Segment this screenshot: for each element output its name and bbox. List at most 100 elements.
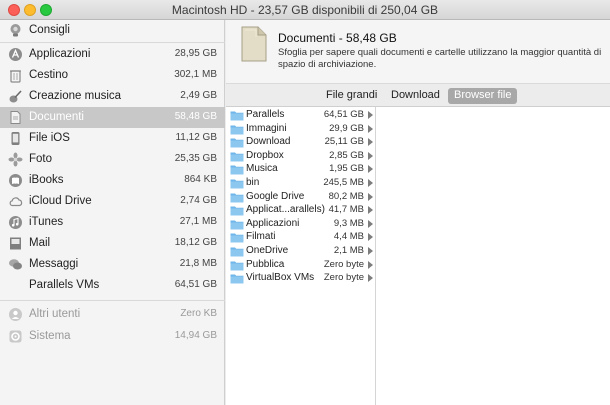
- sidebar-item-creazione-musica[interactable]: Creazione musica 2,49 GB: [0, 86, 225, 107]
- sidebar-item-label: Cestino: [29, 69, 68, 81]
- sidebar-item-ibooks[interactable]: iBooks 864 KB: [0, 170, 225, 191]
- window-title: Macintosh HD - 23,57 GB disponibili di 2…: [171, 3, 439, 17]
- mail-icon: [10, 237, 21, 250]
- sidebar-item-label: iCloud Drive: [29, 195, 92, 207]
- file-row[interactable]: Immagini 29,9 GB: [226, 123, 376, 137]
- sidebar-item-size: 864 KB: [184, 174, 217, 185]
- file-row[interactable]: Applicat...arallels) 41,7 MB: [226, 204, 376, 218]
- file-browser-column: Parallels 64,51 GB Immagini 29,9 GB Download…: [226, 107, 376, 405]
- folder-icon: [230, 233, 244, 243]
- sidebar-item-label: Consigli: [29, 24, 70, 36]
- photos-icon: [8, 152, 23, 167]
- file-size: 41,7 MB: [328, 204, 364, 216]
- file-row[interactable]: Download 25,11 GB: [226, 136, 376, 150]
- sidebar-item-cestino[interactable]: Cestino 302,1 MB: [0, 65, 225, 86]
- tab-download[interactable]: Download: [385, 88, 446, 104]
- sidebar-item-documenti[interactable]: Documenti 58,48 GB: [0, 107, 225, 128]
- sidebar-item-size: 27,1 MB: [179, 216, 217, 227]
- sidebar-item-size: 58,48 GB: [174, 111, 217, 122]
- ios-device-icon: [11, 132, 20, 145]
- file-name: OneDrive: [246, 245, 289, 256]
- file-name: Musica: [246, 163, 278, 175]
- sidebar-item-size: 64,51 GB: [174, 279, 217, 290]
- sidebar-item-size: 25,35 GB: [174, 153, 217, 164]
- sidebar: Consigli Applicazioni 28,95 GB Cestino 3…: [0, 20, 225, 405]
- users-icon: [9, 308, 22, 321]
- sidebar-item-size: 18,12 GB: [174, 237, 217, 248]
- sidebar-item-altri-utenti[interactable]: Altri utenti Zero KB: [0, 304, 225, 325]
- sidebar-item-label: Applicazioni: [29, 48, 91, 60]
- file-row[interactable]: Google Drive 80,2 MB: [226, 191, 376, 205]
- applications-icon: [9, 48, 22, 61]
- sidebar-item-size: Zero KB: [180, 308, 217, 319]
- sidebar-item-size: 11,12 GB: [175, 132, 217, 143]
- sidebar-item-itunes[interactable]: iTunes 27,1 MB: [0, 212, 225, 233]
- folder-icon: [230, 152, 244, 162]
- expand-arrow-icon[interactable]: [368, 206, 373, 215]
- expand-arrow-icon[interactable]: [368, 233, 373, 242]
- expand-arrow-icon[interactable]: [368, 151, 373, 160]
- file-row[interactable]: VirtualBox VMs Zero byte: [226, 272, 376, 286]
- file-row[interactable]: Musica 1,95 GB: [226, 163, 376, 177]
- expand-arrow-icon[interactable]: [368, 274, 373, 283]
- expand-arrow-icon[interactable]: [368, 165, 373, 174]
- sidebar-item-label: Documenti: [29, 111, 84, 123]
- file-row[interactable]: Pubblica Zero byte: [226, 259, 376, 273]
- file-row[interactable]: Filmati 4,4 MB: [226, 231, 376, 245]
- category-description: Sfoglia per sapere quali documenti e car…: [278, 47, 602, 70]
- file-name: Parallels: [246, 109, 285, 120]
- sidebar-item-applicazioni[interactable]: Applicazioni 28,95 GB: [0, 44, 225, 65]
- file-size: 9,3 MB: [333, 217, 364, 229]
- sidebar-item-mail[interactable]: Mail 18,12 GB: [0, 233, 225, 254]
- sidebar-item-size: 21,8 MB: [179, 258, 217, 269]
- expand-arrow-icon[interactable]: [368, 179, 373, 187]
- folder-icon: [230, 261, 244, 271]
- sidebar-item-foto[interactable]: Foto 25,35 GB: [0, 149, 225, 170]
- expand-arrow-icon[interactable]: [368, 124, 373, 133]
- file-name: Download: [246, 136, 291, 148]
- folder-icon: [230, 220, 244, 230]
- document-large-icon: [241, 26, 267, 62]
- file-row[interactable]: Dropbox 2,85 GB: [226, 150, 376, 164]
- tab-browser-file[interactable]: Browser file: [448, 88, 518, 104]
- expand-arrow-icon[interactable]: [368, 247, 373, 255]
- file-row[interactable]: bin 245,5 MB: [226, 177, 376, 191]
- file-row[interactable]: Parallels 64,51 GB: [226, 109, 376, 123]
- file-row[interactable]: OneDrive 2,1 MB: [226, 245, 376, 259]
- title-bar: Macintosh HD - 23,57 GB disponibili di 2…: [0, 0, 610, 20]
- expand-arrow-icon[interactable]: [368, 260, 373, 269]
- books-icon: [9, 174, 22, 187]
- sidebar-item-parallels-vms[interactable]: Parallels VMs 64,51 GB: [0, 275, 225, 296]
- main-panel: Documenti - 58,48 GB Sfoglia per sapere …: [226, 20, 610, 405]
- sidebar-item-label: Altri utenti: [29, 308, 81, 320]
- sidebar-item-size: 302,1 MB: [174, 69, 217, 80]
- sidebar-item-label: File iOS: [29, 132, 70, 144]
- file-size: 25,11 GB: [324, 136, 364, 148]
- sidebar-item-label: iBooks: [29, 174, 64, 186]
- sidebar-item-file-ios[interactable]: File iOS 11,12 GB: [0, 128, 225, 149]
- category-title: Documenti - 58,48 GB: [278, 31, 397, 45]
- messages-icon: [9, 259, 22, 270]
- category-header: Documenti - 58,48 GB Sfoglia per sapere …: [226, 20, 610, 84]
- expand-arrow-icon[interactable]: [368, 192, 373, 201]
- file-name: Applicat...arallels): [246, 204, 325, 216]
- file-name: Pubblica: [246, 258, 285, 270]
- sidebar-item-label: iTunes: [29, 216, 64, 228]
- tab-file-grandi[interactable]: File grandi: [320, 88, 383, 104]
- expand-arrow-icon[interactable]: [368, 219, 373, 228]
- sidebar-item-consigli[interactable]: Consigli: [0, 20, 225, 41]
- trash-icon: [10, 70, 21, 83]
- file-row[interactable]: Applicazioni 9,3 MB: [226, 218, 376, 232]
- sidebar-item-icloud-drive[interactable]: iCloud Drive 2,74 GB: [0, 191, 225, 212]
- file-name: Filmati: [246, 231, 276, 243]
- gear-icon: [9, 330, 22, 343]
- expand-arrow-icon[interactable]: [368, 138, 373, 147]
- divider: [0, 42, 225, 43]
- sidebar-item-messaggi[interactable]: Messaggi 21,8 MB: [0, 254, 225, 275]
- file-size: 4,4 MB: [333, 231, 364, 243]
- file-name: VirtualBox VMs: [246, 272, 315, 284]
- guitar-icon: [9, 90, 22, 103]
- expand-arrow-icon[interactable]: [368, 111, 373, 119]
- sidebar-item-sistema[interactable]: Sistema 14,94 GB: [0, 326, 225, 347]
- file-name: Google Drive: [246, 190, 305, 202]
